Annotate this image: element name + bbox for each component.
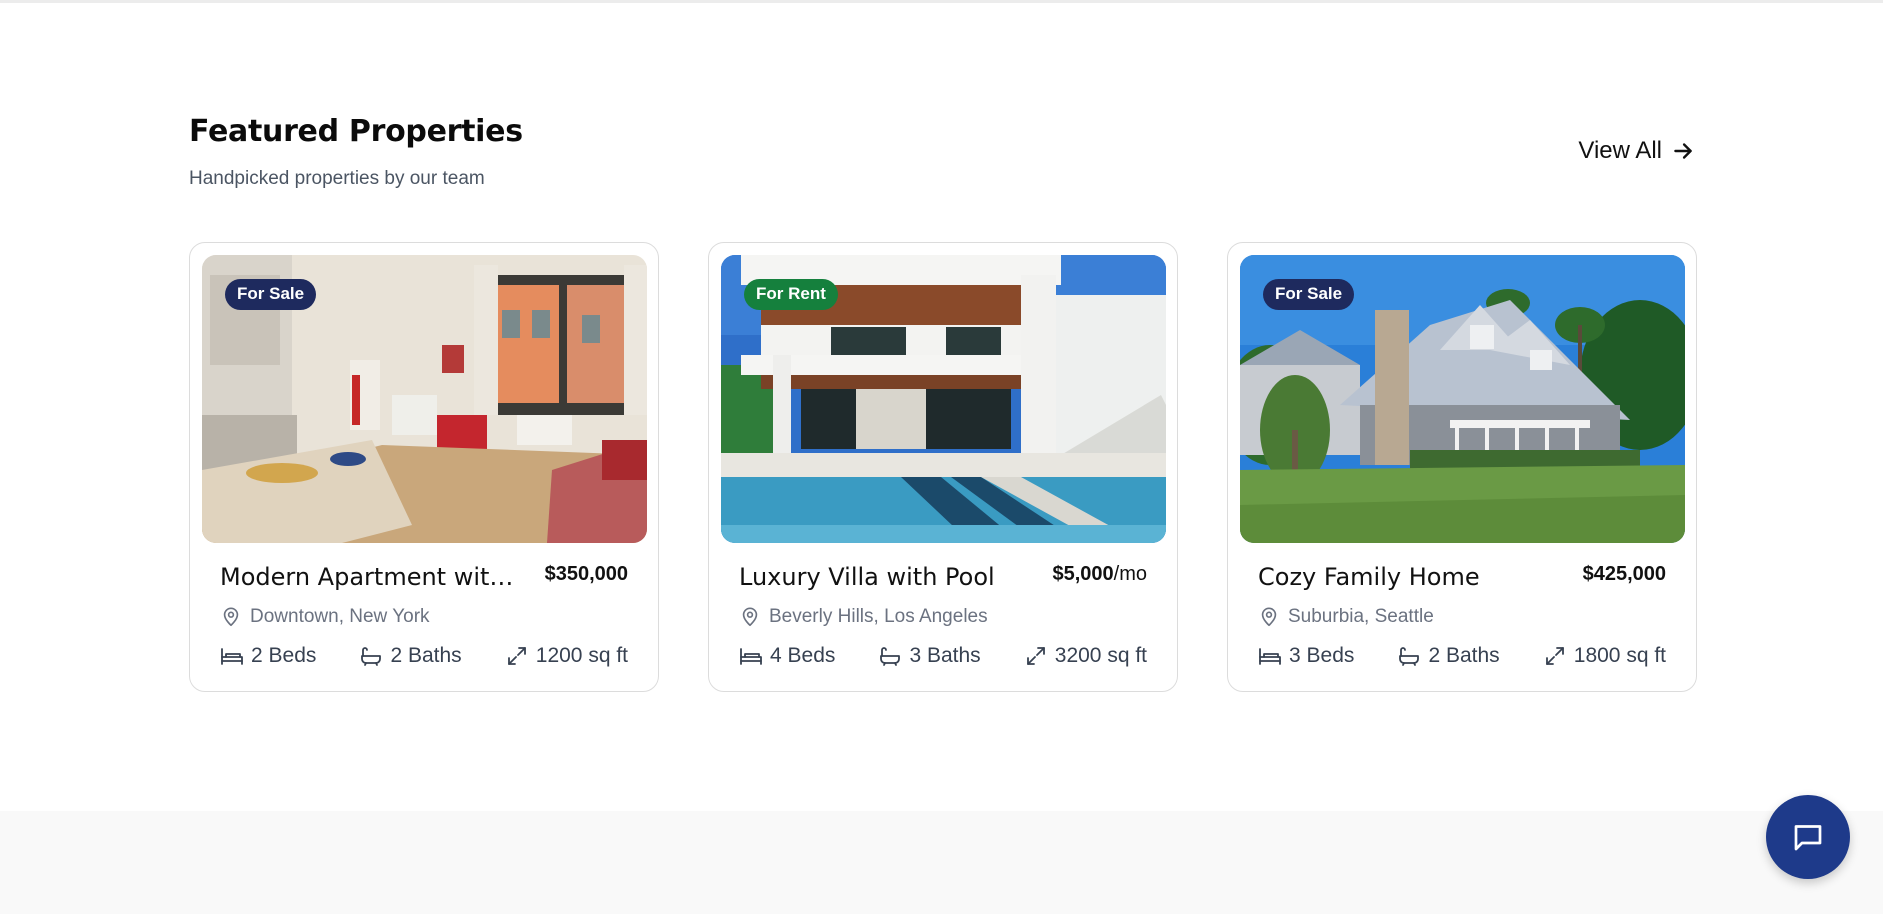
property-price: $350,000	[545, 563, 628, 586]
feature-area: 1200 sq ft	[505, 644, 628, 668]
property-price: $5,000/mo	[1052, 563, 1147, 586]
bath-icon	[1399, 647, 1420, 666]
property-features: 4 Beds 3 Baths 3200 sq ft	[721, 644, 1165, 668]
property-title[interactable]: Cozy Family Home	[1258, 563, 1480, 591]
top-divider	[0, 0, 1883, 3]
price-value: $425,000	[1582, 563, 1666, 585]
bed-icon	[740, 648, 762, 665]
featured-properties-section: Featured Properties Handpicked propertie…	[189, 110, 1697, 692]
property-card-list: For Sale Modern Apartment with City View…	[189, 242, 1697, 692]
property-title[interactable]: Modern Apartment with City View	[220, 563, 526, 591]
property-title[interactable]: Luxury Villa with Pool	[739, 563, 995, 591]
price-value: $5,000	[1052, 563, 1114, 585]
listing-type-badge: For Rent	[744, 279, 838, 310]
card-title-row: Luxury Villa with Pool $5,000/mo	[721, 563, 1165, 597]
area-text: 1200 sq ft	[535, 644, 628, 667]
baths-text: 3 Baths	[909, 644, 981, 667]
listing-type-badge: For Sale	[225, 279, 317, 310]
listing-type-badge: For Sale	[1263, 279, 1355, 310]
chat-button[interactable]	[1766, 795, 1850, 879]
property-features: 2 Beds 2 Baths 1200 sq ft	[202, 644, 646, 668]
property-card[interactable]: For Sale Cozy Family Home $425,000 Subur…	[1227, 242, 1697, 692]
property-image-apartment-interior: For Sale	[202, 255, 647, 543]
bed-icon	[221, 648, 243, 665]
property-location: Beverly Hills, Los Angeles	[721, 606, 1165, 628]
property-image-villa-with-pool: For Rent	[721, 255, 1166, 543]
view-all-link[interactable]: View All	[1578, 137, 1696, 165]
area-text: 1800 sq ft	[1573, 644, 1666, 667]
bath-icon	[880, 647, 901, 666]
map-pin-icon	[1261, 607, 1277, 627]
location-text: Downtown, New York	[250, 606, 430, 627]
baths-text: 2 Baths	[390, 644, 462, 667]
arrow-right-icon	[1674, 143, 1692, 159]
property-features: 3 Beds 2 Baths 1800 sq ft	[1240, 644, 1684, 668]
location-text: Beverly Hills, Los Angeles	[769, 606, 988, 627]
feature-beds: 3 Beds	[1258, 644, 1354, 668]
map-pin-icon	[223, 607, 239, 627]
footer-band	[0, 811, 1883, 914]
beds-text: 3 Beds	[1289, 644, 1355, 667]
section-title: Featured Properties	[189, 114, 523, 149]
property-card[interactable]: For Sale Modern Apartment with City View…	[189, 242, 659, 692]
feature-baths: 2 Baths	[1397, 644, 1500, 668]
feature-beds: 2 Beds	[220, 644, 316, 668]
card-title-row: Cozy Family Home $425,000	[1240, 563, 1684, 597]
feature-baths: 2 Baths	[359, 644, 462, 668]
bed-icon	[1259, 648, 1281, 665]
map-pin-icon	[742, 607, 758, 627]
beds-text: 4 Beds	[770, 644, 836, 667]
baths-text: 2 Baths	[1428, 644, 1500, 667]
property-location: Suburbia, Seattle	[1240, 606, 1684, 628]
bath-icon	[361, 647, 382, 666]
expand-icon	[507, 647, 526, 665]
feature-baths: 3 Baths	[878, 644, 981, 668]
section-subtitle: Handpicked properties by our team	[189, 168, 485, 189]
price-suffix: /mo	[1113, 563, 1147, 585]
property-location: Downtown, New York	[202, 606, 646, 628]
card-title-row: Modern Apartment with City View $350,000	[202, 563, 646, 597]
feature-area: 3200 sq ft	[1024, 644, 1147, 668]
property-price: $425,000	[1583, 563, 1666, 586]
chat-icon	[1794, 825, 1822, 851]
beds-text: 2 Beds	[251, 644, 317, 667]
section-header: Featured Properties Handpicked propertie…	[189, 110, 1696, 242]
feature-beds: 4 Beds	[739, 644, 835, 668]
expand-icon	[1026, 647, 1045, 665]
property-card[interactable]: For Rent Luxury Villa with Pool $5,000/m…	[708, 242, 1178, 692]
property-image-family-house: For Sale	[1240, 255, 1685, 543]
feature-area: 1800 sq ft	[1543, 644, 1666, 668]
expand-icon	[1545, 647, 1564, 665]
price-value: $350,000	[544, 563, 628, 585]
area-text: 3200 sq ft	[1054, 644, 1147, 667]
location-text: Suburbia, Seattle	[1288, 606, 1434, 627]
view-all-label: View All	[1578, 137, 1662, 164]
